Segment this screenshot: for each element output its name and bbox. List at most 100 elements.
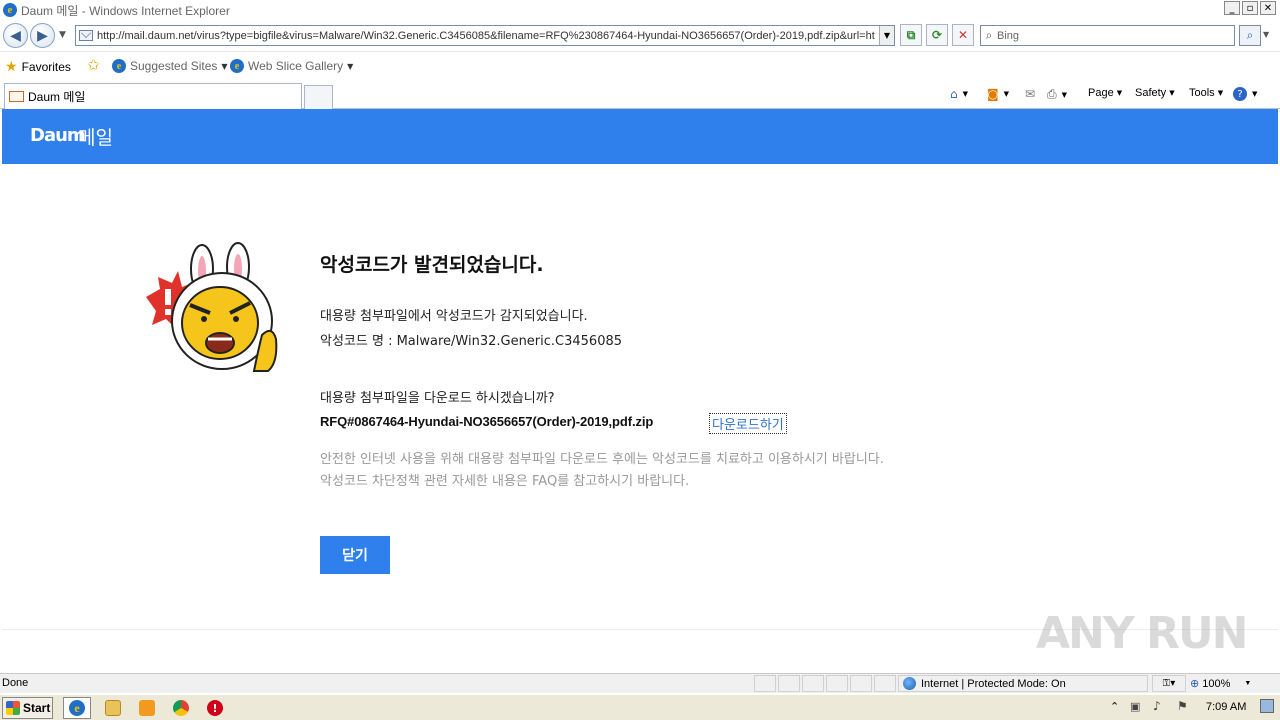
status-segment [778,675,800,692]
zoom-level: 100% [1202,677,1231,690]
page-menu[interactable]: Page ▼ [1088,87,1122,99]
home-icon: ⌂ [950,87,958,101]
refresh-button[interactable]: ⟳ [926,24,948,46]
window-title-bar: e Daum 메일 - Windows Internet Explorer _ … [0,0,1280,20]
stop-button[interactable]: ✕ [952,24,974,46]
rss-icon: ◙ [987,87,999,101]
chevron-down-icon: ▼ [1244,680,1252,687]
print-button[interactable]: ⎙ ▼ [1047,87,1067,102]
taskbar-ie-button[interactable]: e [63,697,91,719]
search-placeholder: Bing [997,29,1020,42]
status-segment [874,675,896,692]
taskbar-explorer-button[interactable] [99,697,127,719]
download-link[interactable]: 다운로드하기 [709,413,787,434]
feeds-button[interactable]: ◙ ▼ [987,87,1009,101]
attachment-filename: RFQ#0867464-Hyundai-NO3656657(Order)-201… [320,414,654,429]
protected-mode-lock-icon[interactable]: ⚿▾ [1152,675,1186,692]
show-desktop-icon[interactable] [1260,699,1274,713]
anyrun-watermark: ANY RUN [1036,608,1248,659]
page-menu-label: Page [1088,87,1114,99]
search-go-button[interactable]: ⌕ [1239,25,1261,46]
web-slice-gallery-label: Web Slice Gallery [248,59,344,73]
tab-label: Daum 메일 [28,90,86,104]
safety-menu-label: Safety [1135,87,1167,99]
search-input[interactable]: ⌕ Bing [980,25,1235,46]
status-segment [802,675,824,692]
opera-icon: ! [207,700,223,716]
address-toolbar: ◀ ▶ ▼ http://mail.daum.net/virus?type=bi… [0,20,1280,51]
taskbar: Start e ! ⌃ ▣ ♪ ⚑ 7:09 AM [0,694,1280,720]
back-button[interactable]: ◀ [3,23,28,48]
status-text: Done [2,677,29,689]
action-center-flag-icon[interactable]: ⚑ [1177,699,1188,713]
page-title: 악성코드가 발견되었습니다. [320,254,544,276]
forward-arrow-icon: ▶ [37,27,48,44]
page-favicon-icon [79,30,93,41]
read-mail-button[interactable]: ✉ [1025,87,1037,101]
help-icon: ? [1233,87,1247,101]
warning-character-illustration [146,242,278,372]
taskbar-media-player-button[interactable] [133,697,161,719]
clock[interactable]: 7:09 AM [1206,701,1246,713]
tab-daum-mail[interactable]: Daum 메일 [4,83,302,109]
taskbar-opera-button[interactable]: ! [201,697,229,719]
suggested-sites-button[interactable]: e Suggested Sites ▼ [112,59,228,73]
help-button[interactable]: ? ▼ [1233,87,1257,101]
favorites-label: Favorites [21,60,71,74]
globe-icon [903,677,916,690]
address-dropdown-icon[interactable]: ▼ [879,26,894,45]
maximize-button[interactable]: ▫ [1242,1,1258,15]
envelope-icon: ✉ [1025,87,1036,101]
close-button[interactable]: 닫기 [320,536,390,574]
web-slice-gallery-button[interactable]: e Web Slice Gallery ▼ [230,59,353,73]
favorites-star-icon: ★ [5,59,18,75]
address-bar[interactable]: http://mail.daum.net/virus?type=bigfile&… [75,25,895,46]
suggested-sites-label: Suggested Sites [130,59,218,73]
back-arrow-icon: ◀ [10,27,21,44]
search-icon: ⌕ [985,28,993,42]
security-zone-label: Internet | Protected Mode: On [921,677,1066,690]
history-dropdown-icon[interactable]: ▼ [59,30,66,40]
detection-description: 대용량 첨부파일에서 악성코드가 감지되었습니다. [320,309,588,324]
search-options-dropdown-icon[interactable]: ▼ [1263,30,1269,39]
media-player-icon [139,700,155,716]
download-question: 대용량 첨부파일을 다운로드 하시겠습니까? [320,391,555,406]
forward-button[interactable]: ▶ [30,23,55,48]
ie-icon: e [69,700,85,716]
status-segment [826,675,848,692]
ie-page-icon: e [112,59,126,73]
ie-page-icon: e [230,59,244,73]
security-zone[interactable]: Internet | Protected Mode: On [898,675,1148,692]
ie-logo-icon: e [3,3,17,17]
network-icon[interactable]: ▣ [1130,700,1140,713]
add-to-favorites-bar-icon[interactable]: ✩ [87,56,100,74]
daum-logo[interactable]: Daum [30,125,86,146]
safety-note: 안전한 인터넷 사용을 위해 대용량 첨부파일 다운로드 후에는 악성코드를 치… [320,452,884,467]
start-button[interactable]: Start [2,697,53,719]
safety-menu[interactable]: Safety ▼ [1135,87,1175,99]
minimize-button[interactable]: _ [1224,1,1240,15]
printer-icon: ⎙ [1047,87,1057,101]
taskbar-chrome-button[interactable] [167,697,195,719]
zoom-control[interactable]: ⊕ 100% ▼ [1190,675,1262,692]
mail-icon [9,91,24,102]
status-bar: Done Internet | Protected Mode: On ⚿▾ ⊕ … [0,673,1280,693]
close-window-button[interactable]: ✕ [1260,1,1276,15]
tools-menu[interactable]: Tools ▼ [1189,87,1223,99]
favorites-button[interactable]: ★ Favorites [5,59,71,75]
compatibility-view-button[interactable]: ⧉ [900,24,922,46]
tray-expand-icon[interactable]: ⌃ [1110,700,1119,713]
page-content: Daum 메일 악성코드가 발견되었습니다. 대용량 첨부파일에서 악성코드가 … [2,109,1278,671]
volume-icon[interactable]: ♪ [1153,699,1161,713]
new-tab-button[interactable] [304,85,333,109]
chrome-icon [173,700,189,716]
chevron-down-icon: ▼ [347,61,354,71]
folder-icon [105,700,121,716]
mail-service-label[interactable]: 메일 [78,123,113,150]
window-title: Daum 메일 - Windows Internet Explorer [21,3,230,18]
status-segment [754,675,776,692]
start-label: Start [23,701,51,715]
address-url[interactable]: http://mail.daum.net/virus?type=bigfile&… [97,30,879,42]
home-button[interactable]: ⌂ ▼ [950,87,968,101]
faq-note: 악성코드 차단정책 관련 자세한 내용은 FAQ를 참고하시기 바랍니다. [320,474,690,489]
